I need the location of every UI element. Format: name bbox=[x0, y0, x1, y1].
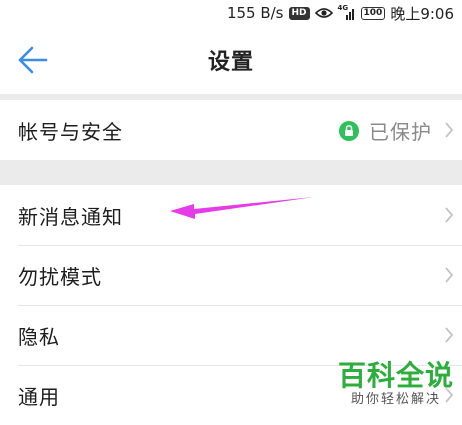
settings-item-account-security[interactable]: 帐号与安全 已保护 bbox=[0, 100, 462, 160]
chevron-right-icon bbox=[445, 122, 454, 138]
chevron-right-icon bbox=[445, 327, 454, 343]
chevron-right-icon bbox=[445, 207, 454, 223]
status-icons: 155 B/s HD 4G 100 晚上9:06 bbox=[227, 3, 454, 23]
network-speed: 155 B/s bbox=[226, 4, 284, 22]
chevron-right-icon bbox=[445, 387, 454, 403]
lock-icon bbox=[339, 120, 359, 141]
page-title: 设置 bbox=[207, 50, 254, 75]
status-bar: 155 B/s HD 4G 100 晚上9:06 bbox=[0, 0, 462, 26]
settings-item-general[interactable]: 通用 bbox=[0, 365, 462, 425]
eye-icon bbox=[314, 8, 333, 18]
annotation-arrow bbox=[170, 197, 314, 219]
settings-item-label: 隐私 bbox=[18, 324, 60, 349]
hd-badge: HD bbox=[288, 6, 310, 20]
status-time: 晚上9:06 bbox=[390, 4, 454, 23]
settings-item-label: 通用 bbox=[18, 384, 60, 409]
status-text: 已保护 bbox=[369, 120, 432, 144]
settings-item-privacy[interactable]: 隐私 bbox=[0, 305, 462, 365]
chevron-right-icon bbox=[445, 267, 454, 283]
app-header: 设置 bbox=[0, 26, 462, 94]
settings-item-label: 帐号与安全 bbox=[18, 119, 123, 144]
account-status: 已保护 bbox=[339, 116, 432, 145]
settings-item-label: 新消息通知 bbox=[18, 204, 123, 229]
signal-icon: 4G bbox=[337, 4, 356, 20]
settings-item-label: 勿扰模式 bbox=[18, 264, 102, 289]
network-tag: 4G bbox=[337, 4, 349, 12]
settings-group-account: 帐号与安全 已保护 bbox=[0, 100, 462, 160]
settings-item-do-not-disturb[interactable]: 勿扰模式 bbox=[0, 245, 462, 305]
battery-icon: 100 bbox=[360, 6, 386, 20]
